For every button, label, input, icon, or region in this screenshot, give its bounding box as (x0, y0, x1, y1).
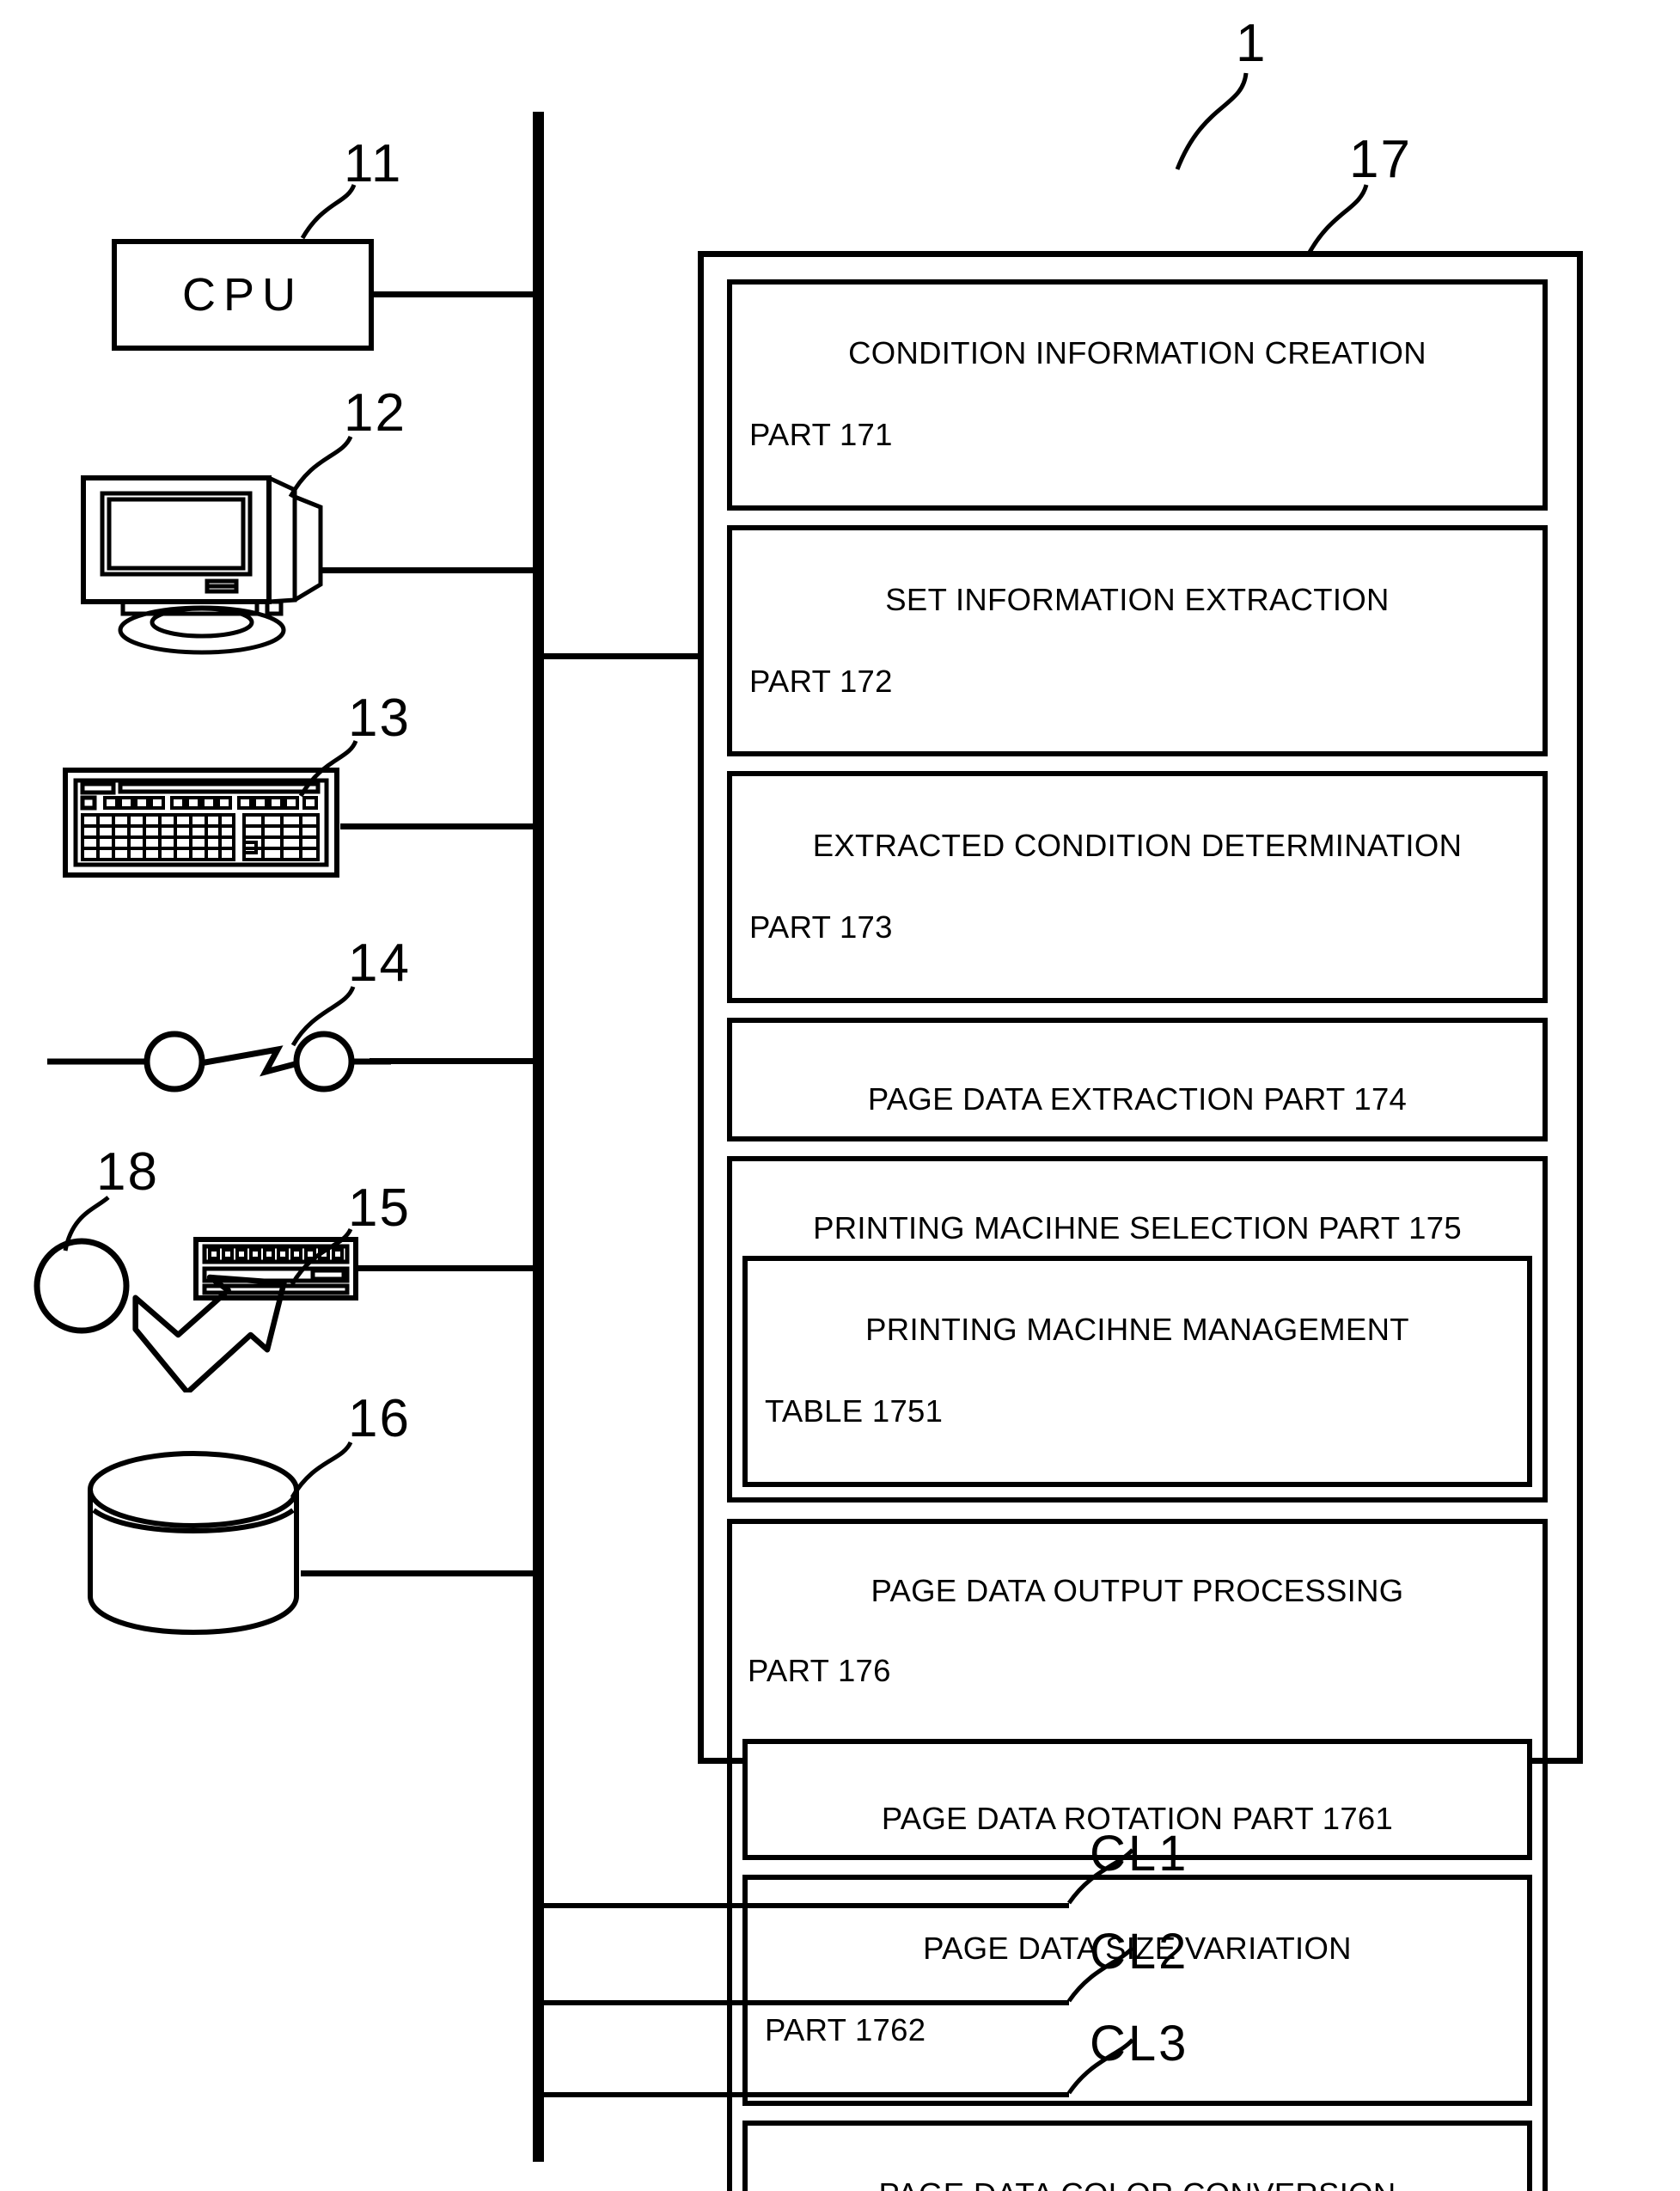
patent-figure: 1 17 CPU 11 12 13 14 18 15 16 CONDITION … (0, 0, 1680, 2191)
leader-line-16 (290, 1441, 353, 1499)
part-1763-line1: PAGE DATA COLOR CONVERSION (760, 2174, 1515, 2191)
part-171-line1: CONDITION INFORMATION CREATION (848, 335, 1426, 371)
part-1751-line1: PRINTING MACIHNE MANAGEMENT (865, 1312, 1409, 1348)
ref-label-18: 18 (96, 1142, 159, 1202)
part-171-line2: PART 171 (749, 417, 893, 453)
part-172-line2: PART 172 (749, 663, 893, 699)
part-175-heading: PRINTING MACIHNE SELECTION PART 175 (742, 1168, 1532, 1248)
ref-label-13: 13 (348, 689, 411, 748)
part-171-box: CONDITION INFORMATION CREATION PART 171 (727, 279, 1548, 511)
ref-label-16: 16 (348, 1389, 411, 1448)
bus-module-connector (533, 653, 701, 659)
ref-label-1: 1 (1236, 14, 1268, 73)
cpu-label: CPU (181, 269, 303, 321)
part-174-line1: PAGE DATA EXTRACTION PART 174 (867, 1081, 1408, 1117)
leader-line-14 (290, 985, 356, 1047)
monitor-bus-connector (320, 567, 537, 573)
part-174-box: PAGE DATA EXTRACTION PART 174 (727, 1017, 1548, 1142)
comm-line-cl2 (539, 2000, 1069, 2005)
cpu-box: CPU (112, 239, 374, 351)
database-icon (88, 1451, 299, 1636)
ref-label-15: 15 (348, 1178, 411, 1238)
part-175-line1: PRINTING MACIHNE SELECTION PART 175 (813, 1210, 1462, 1246)
cpu-bus-connector (370, 291, 537, 297)
part-176-line2: PART 176 (748, 1653, 891, 1689)
part-1751-line2: TABLE 1751 (765, 1393, 944, 1429)
cl2-label: CL2 (1090, 1924, 1189, 1980)
print-control-module: CONDITION INFORMATION CREATION PART 171 … (698, 251, 1583, 2191)
part-1763-box: PAGE DATA COLOR CONVERSION PART 1763 (742, 2120, 1532, 2191)
part-173-box: EXTRACTED CONDITION DETERMINATION PART 1… (727, 771, 1548, 1003)
leader-line-12 (288, 435, 353, 499)
ref-label-14: 14 (348, 933, 411, 993)
database-bus-connector (301, 1570, 537, 1576)
cl1-label: CL1 (1090, 1826, 1189, 1882)
switch-bus-connector (370, 1058, 537, 1064)
reader-bus-connector (354, 1265, 537, 1271)
system-bus (533, 112, 544, 2162)
part-176-line1: PAGE DATA OUTPUT PROCESSING (871, 1572, 1404, 1608)
part-172-box: SET INFORMATION EXTRACTION PART 172 (727, 525, 1548, 757)
keyboard-bus-connector (340, 823, 537, 829)
leader-line-18 (63, 1196, 110, 1252)
part-176-heading: PAGE DATA OUTPUT PROCESSING PART 176 (742, 1531, 1532, 1732)
leader-line-15 (290, 1227, 353, 1286)
part-175-group: PRINTING MACIHNE SELECTION PART 175 PRIN… (727, 1156, 1548, 1503)
ref-label-12: 12 (344, 383, 406, 443)
comm-line-cl3 (539, 2092, 1069, 2097)
leader-line-13 (298, 739, 358, 798)
leader-line-1 (1175, 72, 1249, 170)
ref-label-11: 11 (344, 134, 403, 193)
part-173-line1: EXTRACTED CONDITION DETERMINATION (812, 827, 1463, 863)
part-1751-box: PRINTING MACIHNE MANAGEMENT TABLE 1751 (742, 1255, 1532, 1488)
cl3-label: CL3 (1090, 2016, 1189, 2072)
comm-line-cl1 (539, 1903, 1069, 1908)
leader-line-11 (300, 183, 357, 240)
ref-label-17: 17 (1349, 130, 1412, 189)
part-172-line1: SET INFORMATION EXTRACTION (885, 581, 1390, 617)
part-173-line2: PART 173 (749, 909, 893, 945)
